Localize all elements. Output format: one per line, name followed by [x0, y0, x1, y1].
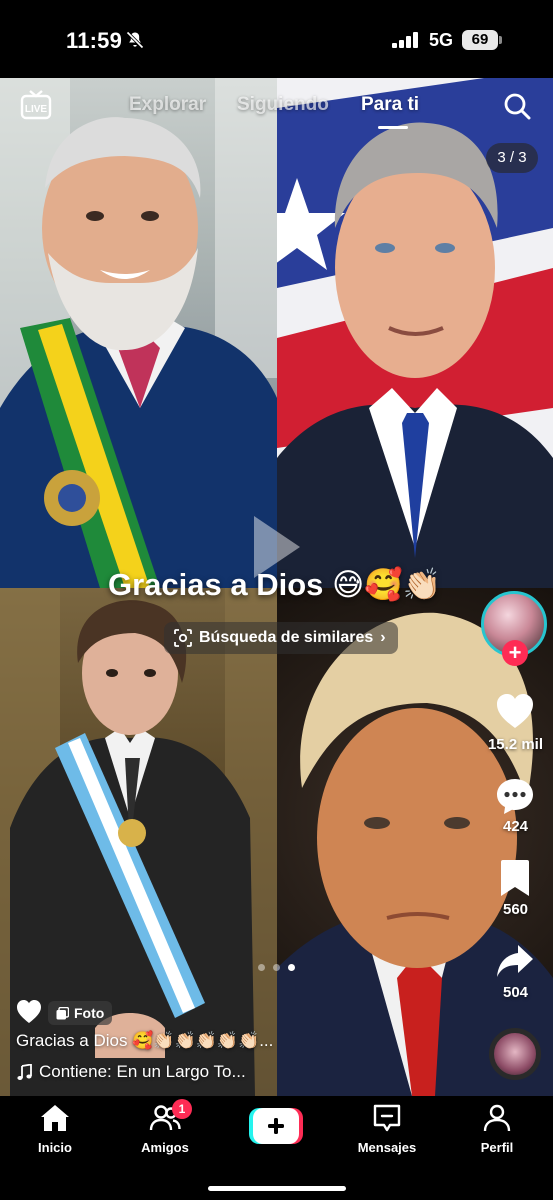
- messages-icon: [373, 1104, 401, 1132]
- carousel-dot: [273, 964, 280, 971]
- home-icon: [41, 1105, 69, 1131]
- profile-icon: [483, 1104, 511, 1132]
- nav-mensajes-label: Mensajes: [357, 1140, 417, 1155]
- nav-amigos[interactable]: Amigos: [120, 1102, 210, 1155]
- music-note-icon: [17, 1063, 32, 1080]
- tab-para-ti[interactable]: Para ti: [361, 94, 419, 116]
- similar-search-button[interactable]: Búsqueda de similares ›: [164, 622, 398, 654]
- carousel-dot-active: [288, 964, 295, 971]
- photo-badge-label: Foto: [74, 1005, 105, 1021]
- top-nav: LIVE Explorar Siguiendo Para ti: [0, 78, 553, 138]
- nav-perfil[interactable]: Perfil: [452, 1102, 542, 1155]
- network-type: 5G: [429, 30, 454, 50]
- follow-plus-button[interactable]: +: [502, 640, 528, 666]
- heart-outline-icon[interactable]: [16, 999, 42, 1025]
- status-bar: 11:59 5G 69: [0, 0, 553, 78]
- save-count: 560: [502, 901, 529, 918]
- nav-amigos-label: Amigos: [141, 1140, 189, 1155]
- photo-counter: 3 / 3: [486, 143, 538, 173]
- share-icon[interactable]: [495, 941, 535, 981]
- overlay-caption: Gracias a Dios 😅🥰👏🏻: [108, 567, 442, 602]
- active-tab-indicator: [378, 126, 408, 129]
- tab-siguiendo[interactable]: Siguiendo: [237, 94, 329, 116]
- music-title: Contiene: En un Largo To...: [39, 1062, 246, 1081]
- music-info[interactable]: Contiene: En un Largo To...: [16, 1062, 246, 1082]
- share-count: 504: [502, 984, 529, 1001]
- battery-tip: [499, 36, 502, 44]
- photo-badge: Foto: [48, 1001, 113, 1025]
- status-time: 11:59: [66, 28, 123, 53]
- nav-mensajes[interactable]: Mensajes: [342, 1102, 432, 1155]
- comment-icon[interactable]: [495, 776, 535, 816]
- carousel-dot: [258, 964, 265, 971]
- carousel-dots: [258, 964, 295, 971]
- like-count: 15.2 mil: [487, 736, 544, 753]
- similar-search-label: Búsqueda de similares: [199, 629, 374, 646]
- search-icon[interactable]: [503, 92, 531, 120]
- battery-level: 69: [462, 30, 498, 50]
- comment-count: 424: [502, 818, 529, 835]
- music-disc[interactable]: [489, 1028, 541, 1080]
- home-indicator: [208, 1186, 346, 1191]
- nav-inicio-label: Inicio: [38, 1140, 72, 1155]
- bookmark-icon[interactable]: [495, 858, 535, 898]
- signal-icon: [392, 32, 418, 48]
- nav-inicio[interactable]: Inicio: [10, 1102, 100, 1155]
- photo-stack-icon: [56, 1006, 69, 1019]
- tab-explorar[interactable]: Explorar: [129, 94, 206, 116]
- bell-slash-icon: [126, 31, 144, 49]
- post-description[interactable]: Gracias a Dios 🥰👏🏻👏🏻👏🏻👏🏻👏🏻...: [16, 1031, 273, 1051]
- heart-icon[interactable]: [495, 692, 535, 732]
- amigos-notification-badge: 1: [172, 1099, 192, 1119]
- photo-panel-top-left: [0, 78, 277, 588]
- svg-text:LIVE: LIVE: [25, 104, 48, 115]
- nav-perfil-label: Perfil: [480, 1140, 514, 1155]
- scan-icon: [174, 629, 192, 647]
- chevron-right-icon: ›: [380, 629, 386, 646]
- live-icon[interactable]: LIVE: [20, 89, 52, 121]
- create-plus-icon[interactable]: [249, 1108, 303, 1144]
